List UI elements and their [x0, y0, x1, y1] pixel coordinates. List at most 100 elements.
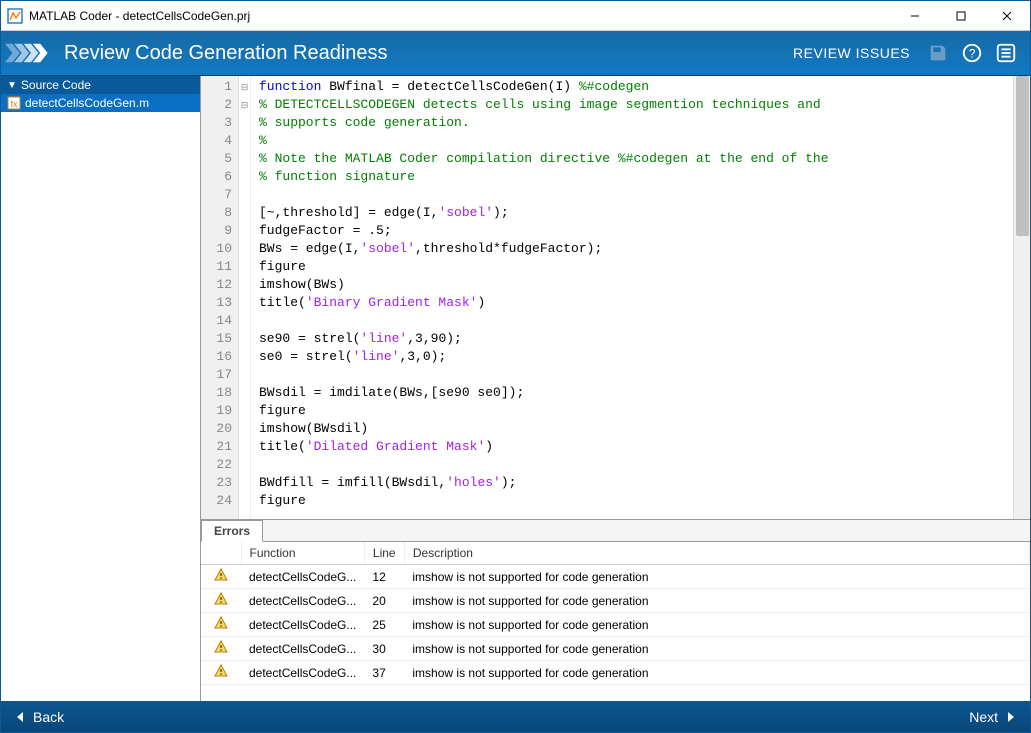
header-actions: ? [926, 41, 1018, 65]
line-number: 20 [201, 420, 232, 438]
error-description: imshow is not supported for code generat… [404, 637, 1029, 661]
code-line[interactable]: function BWfinal = detectCellsCodeGen(I)… [259, 78, 1013, 96]
line-number: 1 [201, 78, 232, 96]
fold-marker [239, 312, 250, 330]
code-line[interactable]: % DETECTCELLSCODEGEN detects cells using… [259, 96, 1013, 114]
app-icon [7, 8, 23, 24]
page-title: Review Code Generation Readiness [64, 42, 793, 65]
warning-icon [201, 637, 241, 661]
code-line[interactable]: figure [259, 492, 1013, 510]
error-row[interactable]: detectCellsCodeG...37imshow is not suppo… [201, 661, 1030, 685]
mfile-icon: fx [7, 96, 21, 110]
save-button[interactable] [926, 41, 950, 65]
line-number: 7 [201, 186, 232, 204]
fold-marker [239, 294, 250, 312]
errors-tab[interactable]: Errors [201, 520, 263, 542]
error-line: 12 [364, 565, 404, 589]
menu-button[interactable] [994, 41, 1018, 65]
back-button[interactable]: Back [13, 709, 64, 725]
fold-marker [239, 186, 250, 204]
fold-marker [239, 474, 250, 492]
code-line[interactable]: fudgeFactor = .5; [259, 222, 1013, 240]
sidebar-header[interactable]: ▼ Source Code [1, 76, 200, 94]
source-file-item[interactable]: fx detectCellsCodeGen.m [1, 94, 200, 112]
code-line[interactable] [259, 186, 1013, 204]
code-line[interactable]: % supports code generation. [259, 114, 1013, 132]
error-row[interactable]: detectCellsCodeG...25imshow is not suppo… [201, 613, 1030, 637]
code-line[interactable] [259, 456, 1013, 474]
maximize-button[interactable] [938, 1, 984, 31]
errors-table-wrap: Function Line Description detectCellsCod… [201, 542, 1030, 701]
code-line[interactable] [259, 366, 1013, 384]
fold-marker [239, 366, 250, 384]
line-number: 12 [201, 276, 232, 294]
fold-marker: ⊟ [239, 78, 250, 96]
source-file-label: detectCellsCodeGen.m [25, 96, 149, 110]
code-line[interactable]: imshow(BWsdil) [259, 420, 1013, 438]
col-description[interactable]: Description [404, 542, 1029, 565]
fold-marker [239, 150, 250, 168]
collapse-icon: ▼ [7, 80, 17, 91]
error-description: imshow is not supported for code generat… [404, 565, 1029, 589]
line-number: 5 [201, 150, 232, 168]
error-function: detectCellsCodeG... [241, 613, 364, 637]
line-number: 14 [201, 312, 232, 330]
fold-marker [239, 276, 250, 294]
code-line[interactable]: [~,threshold] = edge(I,'sobel'); [259, 204, 1013, 222]
window-controls [892, 1, 1030, 31]
code-line[interactable] [259, 312, 1013, 330]
footer-bar: Back Next [1, 701, 1030, 732]
code-line[interactable]: title('Dilated Gradient Mask') [259, 438, 1013, 456]
error-description: imshow is not supported for code generat… [404, 661, 1029, 685]
fold-marker [239, 330, 250, 348]
col-icon [201, 542, 241, 565]
help-button[interactable]: ? [960, 41, 984, 65]
fold-marker [239, 132, 250, 150]
review-issues-link[interactable]: REVIEW ISSUES [793, 45, 910, 61]
code-line[interactable]: title('Binary Gradient Mask') [259, 294, 1013, 312]
vertical-scrollbar[interactable] [1013, 76, 1030, 519]
warning-icon [201, 589, 241, 613]
code-line[interactable]: imshow(BWs) [259, 276, 1013, 294]
minimize-button[interactable] [892, 1, 938, 31]
next-button[interactable]: Next [969, 709, 1018, 725]
col-function[interactable]: Function [241, 542, 364, 565]
window-title: MATLAB Coder - detectCellsCodeGen.prj [29, 9, 892, 23]
error-row[interactable]: detectCellsCodeG...30imshow is not suppo… [201, 637, 1030, 661]
code-line[interactable]: BWdfill = imfill(BWsdil,'holes'); [259, 474, 1013, 492]
code-line[interactable]: % [259, 132, 1013, 150]
fold-marker [239, 240, 250, 258]
error-row[interactable]: detectCellsCodeG...12imshow is not suppo… [201, 565, 1030, 589]
line-number-gutter: 123456789101112131415161718192021222324 [201, 76, 239, 519]
line-number: 13 [201, 294, 232, 312]
close-button[interactable] [984, 1, 1030, 31]
fold-marker [239, 204, 250, 222]
code-line[interactable]: figure [259, 402, 1013, 420]
code-line[interactable]: se0 = strel('line',3,0); [259, 348, 1013, 366]
errors-tabs: Errors [201, 520, 1030, 542]
code-line[interactable]: BWs = edge(I,'sobel',threshold*fudgeFact… [259, 240, 1013, 258]
fold-marker [239, 438, 250, 456]
line-number: 3 [201, 114, 232, 132]
errors-panel: Errors Function Line Description detec [201, 519, 1030, 701]
code-line[interactable]: % Note the MATLAB Coder compilation dire… [259, 150, 1013, 168]
progress-chevrons-icon [1, 39, 56, 67]
line-number: 17 [201, 366, 232, 384]
next-label: Next [969, 709, 998, 725]
line-number: 8 [201, 204, 232, 222]
error-function: detectCellsCodeG... [241, 637, 364, 661]
scrollbar-thumb[interactable] [1016, 76, 1029, 236]
fold-marker [239, 402, 250, 420]
code-line[interactable]: % function signature [259, 168, 1013, 186]
code-line[interactable]: BWsdil = imdilate(BWs,[se90 se0]); [259, 384, 1013, 402]
code-line[interactable]: se90 = strel('line',3,90); [259, 330, 1013, 348]
line-number: 23 [201, 474, 232, 492]
error-line: 25 [364, 613, 404, 637]
code-content[interactable]: function BWfinal = detectCellsCodeGen(I)… [251, 76, 1013, 519]
error-row[interactable]: detectCellsCodeG...20imshow is not suppo… [201, 589, 1030, 613]
line-number: 21 [201, 438, 232, 456]
fold-marker [239, 258, 250, 276]
code-line[interactable]: figure [259, 258, 1013, 276]
col-line[interactable]: Line [364, 542, 404, 565]
code-editor[interactable]: 123456789101112131415161718192021222324 … [201, 76, 1030, 519]
